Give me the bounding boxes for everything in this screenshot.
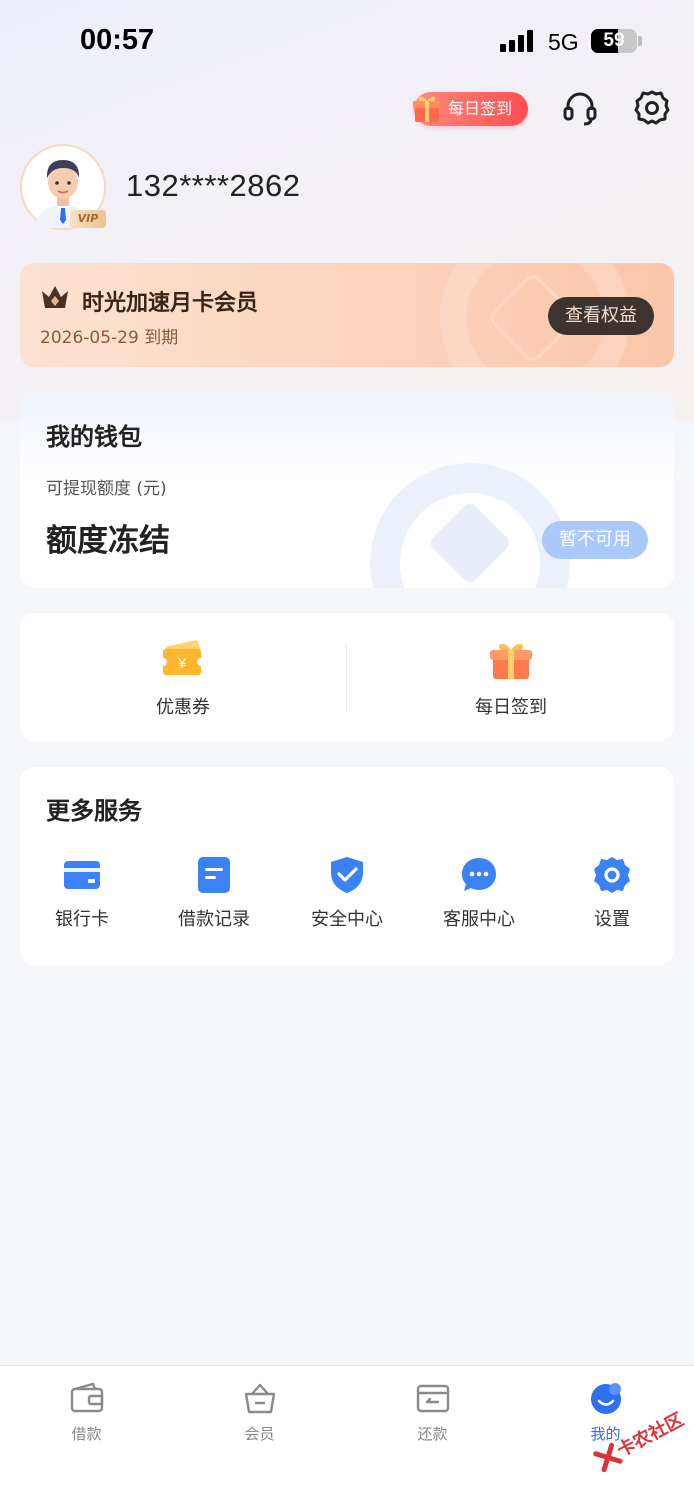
- tab-label: 会员: [244, 1425, 275, 1443]
- daily-signin-item[interactable]: 每日签到: [348, 613, 674, 741]
- tab-repay[interactable]: 还款: [346, 1366, 519, 1466]
- view-benefits-button[interactable]: 查看权益: [548, 297, 654, 335]
- daily-signin-label: 每日签到: [448, 99, 513, 118]
- membership-title: 时光加速月卡会员: [82, 291, 259, 316]
- svg-text:¥: ¥: [177, 655, 187, 672]
- coupon-label: 优惠券: [156, 697, 210, 718]
- service-security-center[interactable]: 安全中心: [281, 851, 413, 931]
- service-label: 设置: [594, 909, 630, 930]
- membership-expire-date: 2026-05-29 到期: [40, 328, 179, 348]
- tab-label: 借款: [71, 1425, 102, 1443]
- tab-member[interactable]: 会员: [173, 1366, 346, 1466]
- service-label: 客服中心: [443, 909, 515, 930]
- crown-icon: [42, 286, 68, 308]
- service-label: 银行卡: [55, 909, 109, 930]
- gear-icon: [594, 857, 630, 893]
- service-customer-center[interactable]: 客服中心: [413, 851, 545, 931]
- cellular-signal-icon: [500, 30, 536, 52]
- quick-actions-divider: [346, 643, 347, 713]
- tab-loan[interactable]: 借款: [0, 1366, 173, 1466]
- settings-gear-icon[interactable]: [632, 88, 672, 128]
- card-return-icon: [416, 1384, 449, 1413]
- wallet-icon: [70, 1382, 103, 1413]
- user-phone: 132****2862: [126, 168, 301, 203]
- service-bank-card[interactable]: 银行卡: [20, 851, 148, 931]
- unavailable-button[interactable]: 暂不可用: [542, 521, 648, 559]
- services-title: 更多服务: [46, 797, 142, 825]
- battery-level: 59: [603, 30, 625, 51]
- headset-icon[interactable]: [560, 88, 600, 128]
- watermark-text: 卡农社区: [613, 1409, 688, 1462]
- withdrawable-limit-label: 可提现额度 (元): [46, 479, 167, 499]
- tab-label: 还款: [417, 1425, 448, 1443]
- service-label: 安全中心: [311, 909, 383, 930]
- service-label: 借款记录: [178, 909, 250, 930]
- daily-signin-item-label: 每日签到: [475, 697, 547, 718]
- service-settings[interactable]: 设置: [546, 851, 674, 931]
- coupon-icon: ¥: [159, 640, 205, 675]
- limit-status: 额度冻结: [46, 523, 170, 559]
- wallet-title: 我的钱包: [46, 423, 142, 451]
- quick-actions-card: ¥ 优惠券 每日签到: [20, 613, 674, 741]
- gift-box-icon: [490, 643, 532, 679]
- status-time: 00:57: [80, 24, 155, 56]
- service-loan-records[interactable]: 借款记录: [148, 851, 280, 931]
- network-type: 5G: [548, 29, 579, 55]
- wallet-card: 我的钱包 可提现额度 (元) 额度冻结 暂不可用: [20, 393, 674, 588]
- gift-icon: [413, 96, 441, 122]
- more-services-card: 更多服务 银行卡 借款记录 安全中心 客服中心 设置: [20, 767, 674, 965]
- battery-tip: [638, 36, 642, 46]
- battery-icon: 59: [591, 29, 637, 53]
- shield-check-icon: [331, 857, 363, 893]
- vip-badge: VIP: [70, 210, 106, 228]
- status-bar: 00:57 5G 59: [0, 0, 694, 84]
- bank-card-icon: [64, 861, 100, 889]
- basket-icon: [244, 1383, 275, 1414]
- membership-card[interactable]: 时光加速月卡会员 2026-05-29 到期 查看权益: [20, 263, 674, 367]
- document-icon: [198, 857, 230, 893]
- chat-bubble-icon: [462, 858, 496, 891]
- coupon-item[interactable]: ¥ 优惠券: [20, 613, 346, 741]
